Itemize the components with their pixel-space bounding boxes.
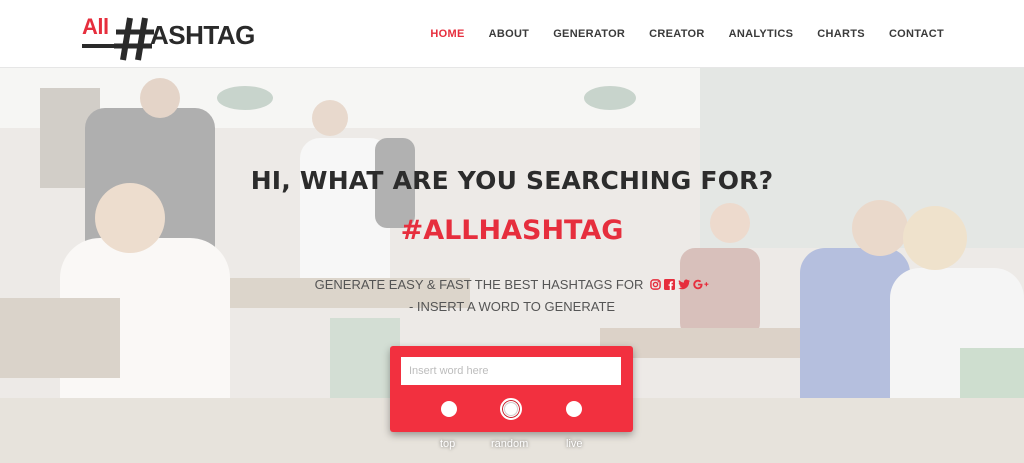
instagram-icon: [650, 279, 662, 290]
hero-subtitle-line1: GENERATE EASY & FAST THE BEST HASHTAGS F…: [0, 277, 1024, 292]
hero-section: HI, WHAT ARE YOU SEARCHING FOR? #ALLHASH…: [0, 68, 1024, 463]
logo-hashtag-text: ASHTAG: [150, 20, 255, 50]
social-icons: [647, 279, 709, 290]
twitter-icon: [678, 279, 691, 290]
nav-charts[interactable]: CHARTS: [817, 28, 865, 40]
hero-subtitle-text: GENERATE EASY & FAST THE BEST HASHTAGS F…: [314, 277, 644, 292]
radio-label-random: random: [491, 438, 529, 450]
site-logo[interactable]: All ASHTAG: [80, 12, 270, 62]
nav-home[interactable]: HOME: [430, 28, 464, 40]
radio-live[interactable]: [566, 401, 582, 417]
search-input[interactable]: [401, 357, 621, 385]
google-plus-icon: [693, 279, 709, 290]
hero-title: HI, WHAT ARE YOU SEARCHING FOR?: [250, 166, 774, 195]
main-nav: HOME ABOUT GENERATOR CREATOR ANALYTICS C…: [406, 0, 944, 67]
hashtag-search-box: [390, 346, 633, 432]
nav-creator[interactable]: CREATOR: [649, 28, 704, 40]
radio-random[interactable]: [500, 398, 522, 420]
hero-subtitle-line2: - INSERT A WORD TO GENERATE: [408, 299, 616, 314]
logo-hash-icon: [114, 17, 154, 61]
nav-contact[interactable]: CONTACT: [889, 28, 944, 40]
nav-analytics[interactable]: ANALYTICS: [729, 28, 794, 40]
nav-about[interactable]: ABOUT: [489, 28, 530, 40]
facebook-icon: [664, 279, 676, 290]
hero-brand: #ALLHASHTAG: [400, 215, 624, 246]
nav-generator[interactable]: GENERATOR: [553, 28, 625, 40]
radio-label-top: top: [440, 438, 456, 450]
radio-label-live: live: [566, 438, 583, 450]
site-header: All ASHTAG HOME ABOUT GENERATOR CREATOR …: [0, 0, 1024, 68]
logo-underline: [82, 44, 115, 48]
radio-top[interactable]: [441, 401, 457, 417]
logo-all-text: All: [82, 14, 109, 39]
